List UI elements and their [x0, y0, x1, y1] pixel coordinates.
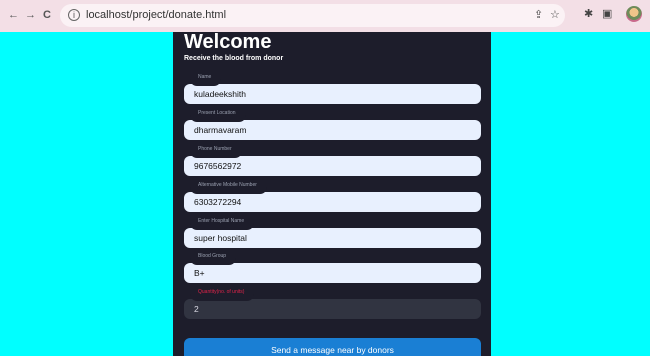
- blood-group-input[interactable]: [184, 263, 481, 283]
- name-label: Name: [190, 73, 222, 86]
- phone-label: Phone Number: [190, 145, 242, 158]
- quantity-label: Quantity(no. of units): [190, 288, 255, 301]
- back-icon[interactable]: ←: [8, 9, 19, 21]
- location-label: Present Location: [190, 109, 246, 122]
- location-field: Present Location: [184, 109, 481, 140]
- hospital-input[interactable]: [184, 228, 481, 248]
- name-field: Name: [184, 73, 481, 104]
- location-input[interactable]: [184, 120, 481, 140]
- page-subtitle: Receive the blood from donor: [184, 55, 284, 62]
- page-title: Welcome: [184, 32, 272, 53]
- alt-mobile-field: Alternative Mobile Number: [184, 181, 481, 212]
- blood-group-field: Blood Group: [184, 252, 481, 283]
- extensions-icon[interactable]: ✱: [584, 8, 593, 20]
- address-url[interactable]: localhost/project/donate.html: [86, 9, 226, 21]
- address-bar[interactable]: i localhost/project/donate.html ⇪ ☆: [60, 4, 565, 27]
- quantity-field: Quantity(no. of units): [184, 288, 481, 319]
- forward-icon[interactable]: →: [25, 9, 36, 21]
- reload-icon[interactable]: C: [43, 9, 51, 21]
- side-panel-icon[interactable]: ▣: [602, 8, 612, 20]
- quantity-input[interactable]: [184, 299, 481, 319]
- site-info-icon[interactable]: i: [68, 9, 80, 21]
- donate-form-panel: Welcome Receive the blood from donor Nam…: [173, 32, 491, 356]
- alt-mobile-input[interactable]: [184, 192, 481, 212]
- name-input[interactable]: [184, 84, 481, 104]
- alt-mobile-label: Alternative Mobile Number: [190, 181, 267, 194]
- browser-toolbar: ← → C i localhost/project/donate.html ⇪ …: [0, 0, 650, 32]
- bookmark-star-icon[interactable]: ☆: [550, 9, 560, 21]
- hospital-field: Enter Hospital Name: [184, 217, 481, 248]
- profile-avatar[interactable]: [626, 6, 642, 22]
- blood-group-label: Blood Group: [190, 252, 237, 265]
- phone-input[interactable]: [184, 156, 481, 176]
- send-message-button[interactable]: Send a message near by donors: [184, 338, 481, 356]
- phone-field: Phone Number: [184, 145, 481, 176]
- hospital-label: Enter Hospital Name: [190, 217, 255, 230]
- share-icon[interactable]: ⇪: [534, 9, 543, 21]
